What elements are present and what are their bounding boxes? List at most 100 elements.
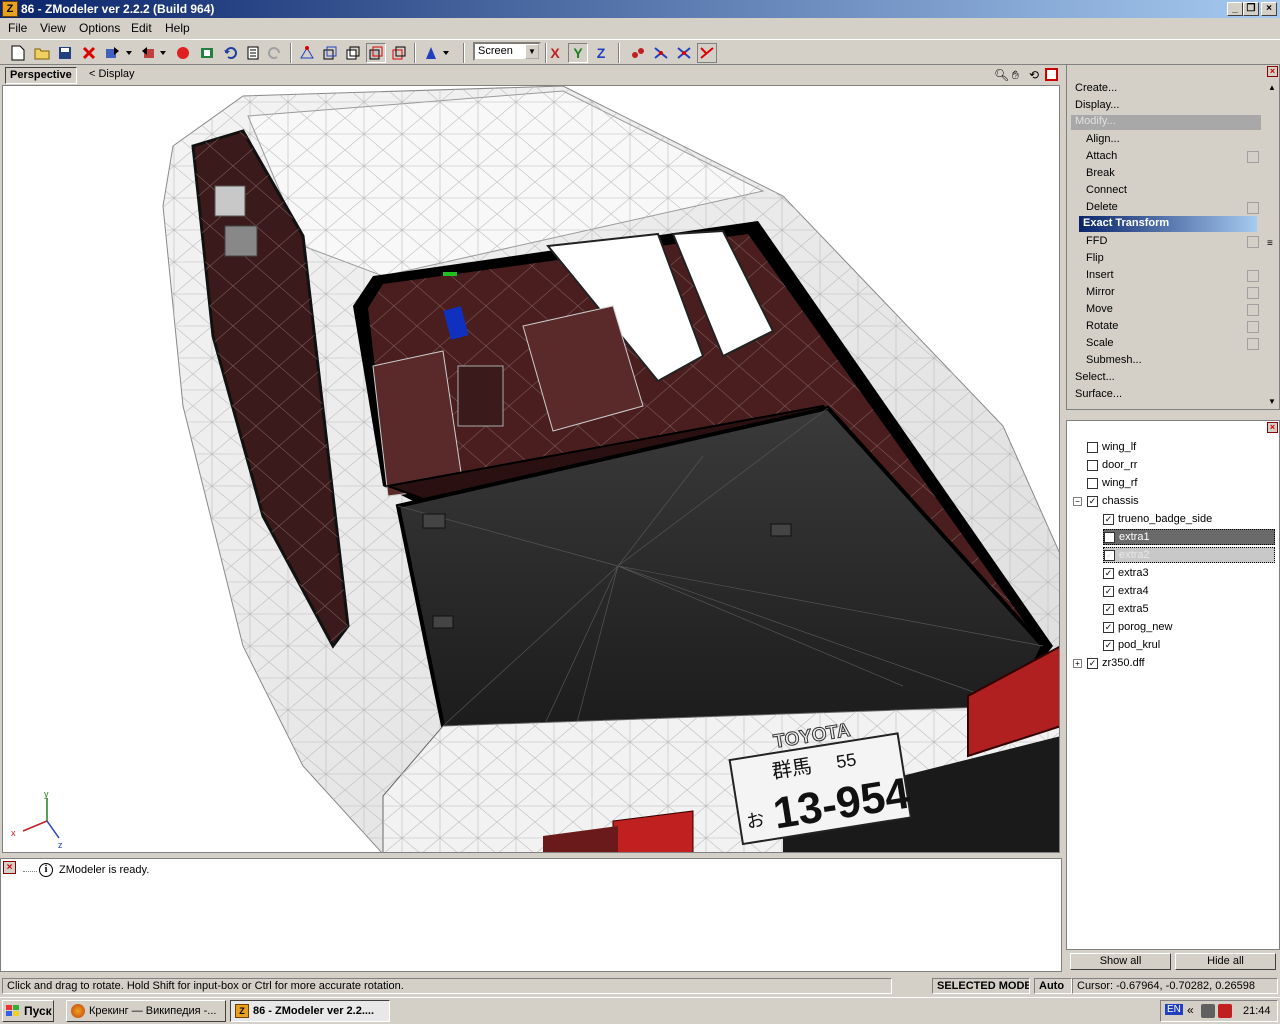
cmd-create[interactable]: Create...	[1075, 82, 1117, 94]
tree-item[interactable]: ✓ trueno_badge_side	[1103, 511, 1212, 527]
snapshot-icon[interactable]	[197, 43, 217, 63]
cmd-break[interactable]: Break	[1086, 167, 1115, 179]
cone-shape-icon[interactable]	[421, 43, 441, 63]
tree-item[interactable]: ✓ extra5	[1103, 601, 1149, 617]
cmd-insert[interactable]: Insert	[1086, 269, 1114, 281]
cmd-delete[interactable]: Delete	[1086, 201, 1118, 213]
show-all-button[interactable]: Show all	[1070, 953, 1171, 970]
tab-perspective[interactable]: Perspective	[5, 67, 77, 84]
task-browser[interactable]: Крекинг — Википедия -...	[66, 1000, 226, 1022]
antivirus-icon[interactable]	[1218, 1004, 1232, 1018]
visibility-checkbox[interactable]	[1087, 459, 1098, 471]
tree-item[interactable]: ✓ extra4	[1103, 583, 1149, 599]
cmd-move[interactable]: Move	[1086, 303, 1113, 315]
menu-edit[interactable]: Edit	[131, 21, 152, 35]
chevron-down-icon[interactable]	[158, 43, 168, 63]
visibility-checkbox[interactable]	[1104, 531, 1115, 543]
tree-item[interactable]: ✓ extra3	[1103, 565, 1149, 581]
close-button[interactable]: ×	[1261, 2, 1277, 16]
menu-options[interactable]: Options	[79, 21, 120, 35]
axis-x-toggle[interactable]: X	[545, 43, 565, 63]
edge-mode-icon[interactable]	[320, 43, 340, 63]
close-icon[interactable]: ×	[3, 861, 16, 874]
visibility-checkbox[interactable]: ✓	[1103, 567, 1114, 579]
cmd-modify[interactable]: Modify...	[1071, 115, 1261, 130]
pan-hand-icon[interactable]: ✋︎	[1012, 68, 1019, 83]
redo-icon[interactable]	[265, 43, 285, 63]
attach-checkbox[interactable]	[1247, 151, 1259, 163]
menu-help[interactable]: Help	[165, 21, 190, 35]
mirror-checkbox[interactable]	[1247, 287, 1259, 299]
visibility-checkbox[interactable]: ✓	[1087, 657, 1098, 669]
properties-icon[interactable]	[243, 43, 263, 63]
tree-item[interactable]: ✓ extra2	[1103, 547, 1275, 563]
coordinate-space-select[interactable]: Screen ▼	[473, 42, 541, 61]
tray-expand-icon[interactable]: «	[1187, 1003, 1194, 1017]
tree-item[interactable]: extra1	[1103, 529, 1275, 545]
record-icon[interactable]	[173, 43, 193, 63]
visibility-checkbox[interactable]: ✓	[1103, 513, 1114, 525]
pivot-icon[interactable]	[651, 43, 671, 63]
expand-icon[interactable]: +	[1073, 659, 1082, 668]
collapse-icon[interactable]: −	[1073, 497, 1082, 506]
restore-button[interactable]: ❐	[1243, 2, 1259, 16]
export-icon[interactable]	[138, 43, 158, 63]
cmd-rotate[interactable]: Rotate	[1086, 320, 1118, 332]
close-icon[interactable]: ×	[1267, 422, 1278, 433]
visibility-checkbox[interactable]: ✓	[1103, 621, 1114, 633]
undo-icon[interactable]	[220, 43, 240, 63]
scroll-grip-icon[interactable]: ≡	[1267, 238, 1273, 249]
tree-item[interactable]: ✓ pod_krul	[1103, 637, 1160, 653]
task-zmodeler[interactable]: Z 86 - ZModeler ver 2.2....	[230, 1000, 390, 1022]
scroll-up-icon[interactable]: ▲	[1268, 83, 1276, 92]
vertex-mode-icon[interactable]	[297, 43, 317, 63]
insert-checkbox[interactable]	[1247, 270, 1259, 282]
move-checkbox[interactable]	[1247, 304, 1259, 316]
cmd-submesh[interactable]: Submesh...	[1086, 354, 1142, 366]
scale-checkbox[interactable]	[1247, 338, 1259, 350]
orbit-icon[interactable]: ⟲	[1029, 68, 1039, 82]
zoom-icon[interactable]: 🔍︎	[994, 68, 1009, 82]
import-icon[interactable]	[103, 43, 123, 63]
close-icon[interactable]: ×	[1267, 66, 1278, 77]
close-file-icon[interactable]	[79, 43, 99, 63]
perspective-viewport[interactable]: TOYOTA 群馬 55 お 13-954 y x z	[2, 85, 1060, 853]
chevron-down-icon[interactable]	[124, 43, 134, 63]
axis-y-toggle[interactable]: Y	[568, 43, 588, 63]
cmd-connect[interactable]: Connect	[1086, 184, 1127, 196]
object-mode-icon[interactable]	[366, 43, 386, 63]
cmd-scale[interactable]: Scale	[1086, 337, 1114, 349]
rotate-checkbox[interactable]	[1247, 321, 1259, 333]
grid-icon[interactable]	[697, 43, 717, 63]
link-icon[interactable]	[628, 43, 648, 63]
cmd-ffd[interactable]: FFD	[1086, 235, 1107, 247]
tree-item[interactable]: ✓ chassis	[1087, 493, 1139, 509]
cmd-surface[interactable]: Surface...	[1075, 388, 1122, 400]
open-folder-icon[interactable]	[32, 43, 52, 63]
cmd-mirror[interactable]: Mirror	[1086, 286, 1115, 298]
new-file-icon[interactable]	[8, 43, 28, 63]
menu-file[interactable]: File	[8, 21, 27, 35]
network-icon[interactable]	[1201, 1004, 1215, 1018]
cmd-select[interactable]: Select...	[1075, 371, 1115, 383]
cmd-display[interactable]: Display...	[1075, 99, 1119, 111]
cmd-align[interactable]: Align...	[1086, 133, 1120, 145]
tree-item[interactable]: door_rr	[1087, 457, 1137, 473]
maximize-viewport-icon[interactable]	[1045, 68, 1058, 81]
visibility-checkbox[interactable]: ✓	[1104, 549, 1115, 561]
visibility-checkbox[interactable]	[1087, 477, 1098, 489]
tree-item[interactable]: wing_rf	[1087, 475, 1137, 491]
face-mode-icon[interactable]	[343, 43, 363, 63]
start-button[interactable]: Пуск	[2, 1000, 54, 1022]
visibility-checkbox[interactable]: ✓	[1103, 603, 1114, 615]
minimize-button[interactable]: _	[1227, 2, 1243, 16]
display-toggle[interactable]: < Display	[89, 68, 135, 80]
chevron-down-icon[interactable]	[441, 43, 451, 63]
tree-item[interactable]: ✓ zr350.dff	[1087, 655, 1145, 671]
cube-mode-icon[interactable]	[389, 43, 409, 63]
language-indicator[interactable]: EN	[1165, 1004, 1183, 1015]
tree-item[interactable]: ✓ porog_new	[1103, 619, 1172, 635]
delete-checkbox[interactable]	[1247, 202, 1259, 214]
menu-view[interactable]: View	[40, 21, 66, 35]
command-scrollbar[interactable]: ▲ ≡ ▼	[1267, 83, 1279, 409]
